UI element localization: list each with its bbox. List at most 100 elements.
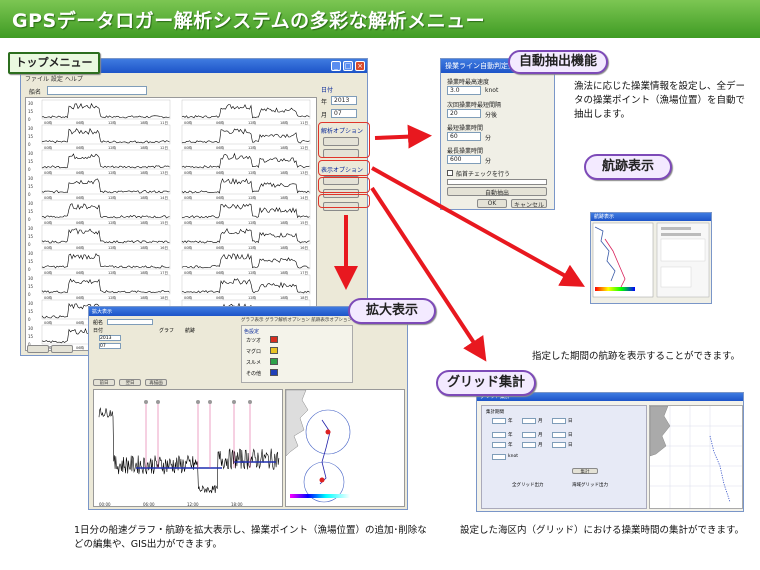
grid-option-b[interactable]: 海域グリッド出力 — [572, 482, 608, 488]
marker-handle[interactable] — [248, 400, 252, 404]
bottom-button-1[interactable] — [27, 345, 49, 353]
marker-handle[interactable] — [196, 400, 200, 404]
x-tick-label: 18時 — [280, 295, 288, 300]
legend-item: その他 — [246, 369, 296, 379]
grid-input[interactable] — [552, 442, 566, 448]
tab-graph-display[interactable]: グラフ表示 — [241, 318, 264, 323]
zoom-ship-label: 船名 — [93, 320, 104, 326]
coastline-shape — [285, 389, 309, 457]
arrow-to-auto-extract — [374, 124, 432, 149]
marker-handle[interactable] — [144, 400, 148, 404]
legend-swatch[interactable] — [270, 358, 278, 365]
y-tick-label: 15 — [28, 209, 34, 214]
grid-input[interactable] — [552, 418, 566, 424]
y-tick-label: 30 — [28, 326, 34, 331]
legend-item: カツオ — [246, 336, 296, 346]
x-tick-label: 00時 — [44, 220, 52, 225]
x-tick-label: 06時 — [76, 270, 84, 275]
max-time-label: 最長操業時間 — [447, 148, 484, 155]
zoom-year-select[interactable]: 2013 — [99, 335, 121, 341]
zoom-next-button[interactable]: 翌日 — [119, 379, 141, 386]
bottom-button-2[interactable] — [51, 345, 73, 353]
legend-label: スルメ — [246, 360, 262, 366]
y-tick-label: 15 — [28, 284, 34, 289]
date-tick-label: 17日 — [160, 271, 168, 275]
marker-handle[interactable] — [208, 400, 212, 404]
date-tick-label: 17日 — [300, 271, 308, 275]
grid-input[interactable] — [492, 454, 506, 460]
menu-bar[interactable]: ファイル 設定 ヘルプ — [21, 73, 367, 83]
progress-bar — [447, 179, 547, 185]
legend-swatch[interactable] — [270, 369, 278, 376]
legend-swatch[interactable] — [270, 347, 278, 354]
legend-title: 色設定 — [244, 329, 260, 335]
zoom-prev-button[interactable]: 前日 — [93, 379, 115, 386]
grid-run-button[interactable]: 集計 — [572, 468, 598, 475]
x-tick-label: 12時 — [248, 120, 256, 125]
x-tick-label: 12時 — [108, 195, 116, 200]
x-tick-label: 06時 — [216, 270, 224, 275]
year-select[interactable]: 2013 — [331, 96, 357, 105]
max-speed-input[interactable]: 3.0 — [447, 86, 481, 95]
x-tick-label: 00時 — [184, 220, 192, 225]
grid-input[interactable] — [522, 418, 536, 424]
date-tick-label: 13日 — [300, 171, 308, 175]
y-tick-label: 30 — [28, 251, 34, 256]
zoom-ship-select[interactable] — [107, 319, 153, 325]
day-graph-frame — [181, 99, 311, 120]
zoom-speed-trace — [98, 407, 280, 494]
tab-graph-analysis[interactable]: グラフ解析オプション — [265, 318, 310, 323]
max-time-input[interactable]: 600 — [447, 155, 481, 164]
x-tick-label: 18時 — [140, 245, 148, 250]
minimize-button[interactable]: _ — [331, 61, 341, 71]
grid-input[interactable] — [522, 442, 536, 448]
x-tick-label: 18時 — [140, 195, 148, 200]
x-tick-label: 06時 — [216, 295, 224, 300]
interval-input[interactable]: 20 — [447, 109, 481, 118]
x-tick-label: 18時 — [140, 220, 148, 225]
close-button[interactable]: × — [355, 61, 365, 71]
zoom-speed-svg: 00:00 06:00 12:00 18:00 — [98, 400, 280, 507]
ship-select[interactable] — [47, 86, 147, 95]
grid-option-a[interactable]: 全グリッド出力 — [512, 482, 544, 488]
x-tick-label: 18時 — [140, 145, 148, 150]
legend-swatch[interactable] — [270, 336, 278, 343]
zoom-redraw-button[interactable]: 再描画 — [145, 379, 167, 386]
x-tick-label: 00時 — [44, 195, 52, 200]
zoom-month-select[interactable]: 07 — [99, 343, 121, 349]
grid-window: グリッド集計 集計期間 年月日年月日年月日 knot 集計 全グリッド出力 海域グ… — [476, 392, 744, 512]
grid-input[interactable] — [492, 442, 506, 448]
marker-handle[interactable] — [156, 400, 160, 404]
fishing-point-1 — [325, 429, 331, 435]
x-tick-label: 18時 — [140, 270, 148, 275]
legend-item: マグロ — [246, 347, 296, 357]
display-highlight-2 — [318, 177, 370, 193]
grid-input[interactable] — [492, 418, 506, 424]
y-tick-label: 0 — [28, 292, 31, 297]
date-tick-label: 11日 — [300, 121, 308, 125]
month-select[interactable]: 07 — [331, 109, 357, 118]
x-tick-label: 00時 — [184, 295, 192, 300]
grid-input[interactable] — [522, 432, 536, 438]
maximize-button[interactable]: □ — [343, 61, 353, 71]
x-tick-label: 12時 — [108, 245, 116, 250]
y-tick-label: 0 — [28, 242, 31, 247]
x-tick-label: 06時 — [76, 320, 84, 325]
x-tick-label: 12時 — [248, 170, 256, 175]
tab-track-display[interactable]: 航跡表示オプション — [311, 318, 352, 323]
marker-handle[interactable] — [232, 400, 236, 404]
zoom-x-tick-label: 12:00 — [187, 502, 199, 507]
x-tick-label: 12時 — [108, 120, 116, 125]
zoom-graph-radio[interactable]: グラフ — [159, 327, 174, 334]
grid-input[interactable] — [552, 432, 566, 438]
zoom-track-radio[interactable]: 航跡 — [185, 327, 195, 334]
grid-input[interactable] — [492, 432, 506, 438]
day-graph-frame — [41, 149, 171, 170]
x-tick-label: 00時 — [184, 120, 192, 125]
auto-extract-ok-button[interactable]: OK — [477, 199, 507, 208]
auto-extract-run-button[interactable]: 自動抽出 — [447, 187, 547, 197]
auto-extract-cancel-button[interactable]: キャンセル — [511, 199, 547, 209]
zoom-track-svg — [285, 389, 351, 503]
heading-check-box[interactable] — [447, 170, 453, 176]
min-time-input[interactable]: 60 — [447, 132, 481, 141]
